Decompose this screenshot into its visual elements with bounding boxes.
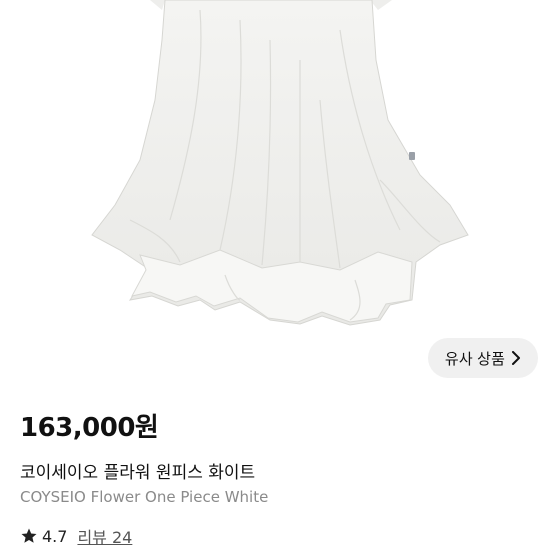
product-price: 163,000원 [20,413,159,443]
similar-products-label: 유사 상품 [444,350,506,368]
chevron-right-icon [512,351,521,365]
star-icon [21,528,37,543]
product-image[interactable] [0,0,552,392]
product-title-english: COYSEIO Flower One Piece White [20,488,269,506]
similar-products-button[interactable]: 유사 상품 [428,338,538,378]
rating-value: 4.7 [42,526,68,546]
product-title-korean: 코이세이오 플라워 원피스 화이트 [20,463,256,483]
review-count-link[interactable]: 리뷰 24 [77,524,132,548]
dress-illustration [91,0,469,326]
rating-row: 4.7 리뷰 24 [20,524,132,548]
